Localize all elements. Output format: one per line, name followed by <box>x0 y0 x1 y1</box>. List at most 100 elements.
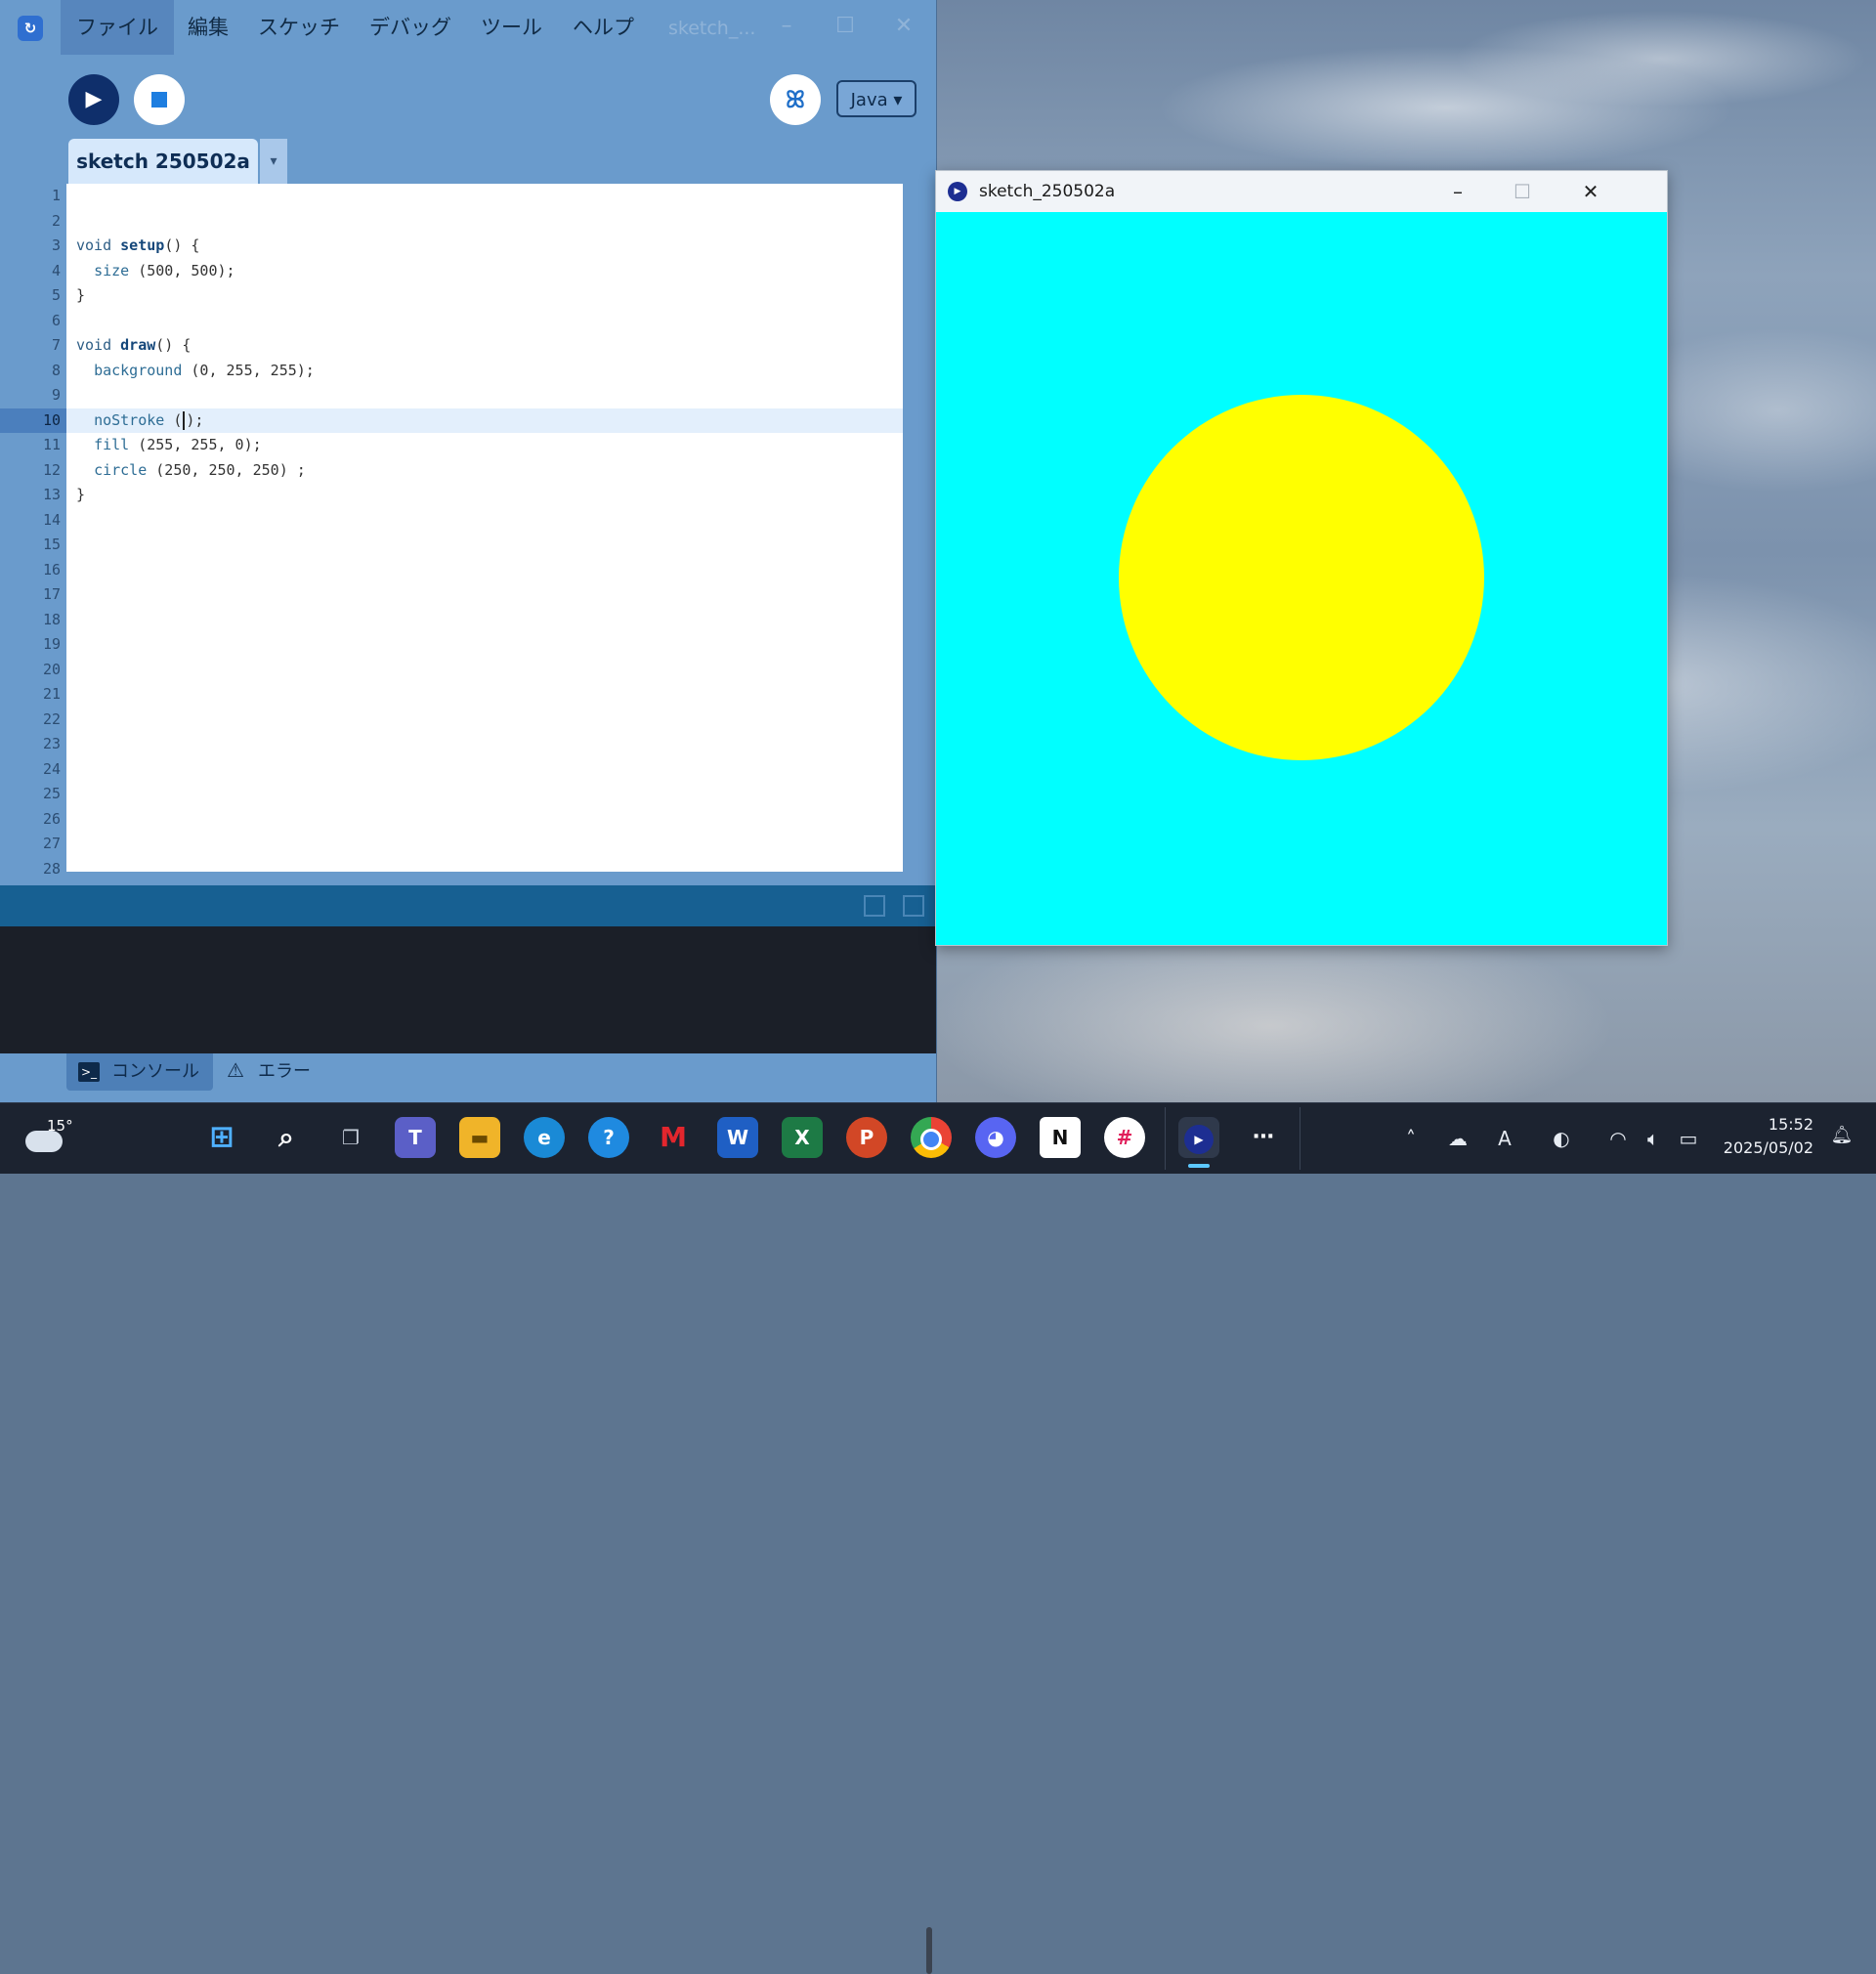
sketch-minimize-icon[interactable]: – <box>1430 171 1485 212</box>
tab-sketch[interactable]: sketch 250502a <box>68 139 258 184</box>
sketch-canvas[interactable] <box>936 212 1667 945</box>
debugger-button[interactable]: ꕤ <box>770 74 821 125</box>
code-line-3: void setup() { <box>76 236 200 254</box>
line-number: 1 <box>51 187 61 204</box>
code-area[interactable]: void setup() { size (500, 500); } void d… <box>66 184 903 872</box>
sketch-tabs: sketch 250502a ▾ <box>0 137 936 184</box>
sketch-close-icon[interactable]: ✕ <box>1563 171 1618 212</box>
night-light-icon[interactable]: ◐ <box>1546 1121 1577 1156</box>
menu-file[interactable]: ファイル <box>61 0 174 55</box>
tray-expand-icon[interactable]: ˄ <box>1395 1121 1427 1156</box>
line-number: 24 <box>42 759 61 778</box>
warning-icon: ⚠ <box>227 1058 244 1082</box>
window-title: sketch_... <box>668 18 756 39</box>
active-app-indicator <box>1188 1164 1210 1168</box>
line-number: 28 <box>42 859 61 878</box>
line-number: 2 <box>51 211 61 230</box>
console-scrollbar[interactable] <box>926 1927 932 1974</box>
more-icon[interactable]: ⋯ <box>1243 1117 1284 1158</box>
line-number: 8 <box>51 361 61 379</box>
code-line-11: fill (255, 255, 0); <box>94 436 262 453</box>
chrome-icon[interactable] <box>911 1117 952 1158</box>
battery-icon[interactable]: ▭ <box>1673 1121 1704 1156</box>
clock-time: 15:52 <box>1768 1115 1813 1134</box>
menu-help[interactable]: ヘルプ <box>557 0 650 55</box>
code-line-10: noStroke (); <box>94 410 204 430</box>
sketch-render <box>936 212 1667 945</box>
line-number: 21 <box>42 685 61 703</box>
yellow-circle <box>1119 395 1484 760</box>
code-editor: 1 2 3 4 5 6 7 8 9 10 11 12 13 14 15 16 17 18 19 20 21 22 23 24 2… <box>0 184 936 878</box>
editor-scrollbar[interactable] <box>903 184 936 872</box>
line-number: 17 <box>42 585 61 603</box>
clock-date: 2025/05/02 <box>1723 1138 1813 1157</box>
tab-errors-label: エラー <box>258 1061 311 1082</box>
run-button[interactable]: ▶ <box>68 74 119 125</box>
line-number: 13 <box>42 486 61 503</box>
stop-button[interactable] <box>134 74 185 125</box>
wifi-icon[interactable]: ◠ <box>1602 1121 1634 1156</box>
menu-debug[interactable]: デバッグ <box>354 0 467 55</box>
processing-icon[interactable]: ▶ <box>1178 1117 1219 1158</box>
file-explorer-icon[interactable]: ▬ <box>459 1117 500 1158</box>
code-line-4: size (500, 500); <box>94 261 235 279</box>
tab-console[interactable]: >_ コンソール <box>66 1053 213 1091</box>
console-output[interactable] <box>0 926 936 1974</box>
line-number: 3 <box>51 236 61 254</box>
line-number: 4 <box>51 261 61 279</box>
clock[interactable]: 15:52 2025/05/02 <box>1720 1113 1813 1160</box>
help-icon[interactable]: ? <box>588 1117 629 1158</box>
notion-icon[interactable]: N <box>1040 1117 1081 1158</box>
code-line-5: } <box>76 286 86 304</box>
taskbar: 15° ⊞ ⌕ ❐ T ▬ e ? M W X P ◕ N # ▶ ⋯ ˄ ☁ … <box>0 1102 1876 1174</box>
minimize-icon[interactable]: – <box>772 12 801 41</box>
notification-icon[interactable]: 🔔︎ <box>1829 1125 1855 1150</box>
processing-app-icon[interactable]: ↻ <box>18 16 43 41</box>
sketch-maximize-icon[interactable]: ☐ <box>1495 171 1550 212</box>
line-number: 9 <box>51 386 61 404</box>
menu-tools[interactable]: ツール <box>465 0 558 55</box>
butterfly-icon: ꕤ <box>786 86 805 113</box>
line-number-gutter: 1 2 3 4 5 6 7 8 9 10 11 12 13 14 15 16 17 18 19 20 21 22 23 24 2… <box>0 184 66 878</box>
processing-ide-window: ↻ ファイル 編集 スケッチ デバッグ ツール ヘルプ sketch_... –… <box>0 0 937 1974</box>
code-line-13: } <box>76 486 86 503</box>
onedrive-icon[interactable]: ☁ <box>1442 1121 1473 1156</box>
collapse-console-icon[interactable] <box>903 895 924 917</box>
tab-errors[interactable]: ⚠ エラー <box>213 1053 324 1091</box>
line-number: 14 <box>42 510 61 529</box>
toolbar: ▶ ꕤ Java ▾ <box>0 55 936 137</box>
discord-icon[interactable]: ◕ <box>975 1117 1016 1158</box>
maximize-icon[interactable]: ☐ <box>831 12 860 41</box>
mode-selector[interactable]: Java ▾ <box>836 80 917 117</box>
code-line-8: background (0, 255, 255); <box>94 361 315 379</box>
code-line-12: circle (250, 250, 250) ; <box>94 460 306 479</box>
line-number: 6 <box>51 311 61 329</box>
tab-menu-button[interactable]: ▾ <box>260 139 287 184</box>
edge-icon[interactable]: e <box>524 1117 565 1158</box>
line-number: 5 <box>51 286 61 304</box>
stop-icon <box>151 92 167 107</box>
word-icon[interactable]: W <box>717 1117 758 1158</box>
task-view-icon[interactable]: ❐ <box>330 1117 371 1158</box>
sketch-window-title: sketch_250502a <box>979 182 1116 201</box>
volume-icon[interactable]: 🔈︎ <box>1638 1121 1669 1156</box>
line-number: 15 <box>42 536 61 553</box>
slack-icon[interactable]: # <box>1104 1117 1145 1158</box>
ime-indicator[interactable]: A <box>1489 1121 1520 1156</box>
copy-console-icon[interactable] <box>864 895 885 917</box>
tab-console-label: コンソール <box>111 1061 199 1082</box>
weather-widget[interactable]: 15° <box>25 1117 84 1160</box>
line-number: 19 <box>42 635 61 653</box>
mcafee-icon[interactable]: M <box>653 1117 694 1158</box>
start-icon[interactable]: ⊞ <box>201 1117 242 1158</box>
excel-icon[interactable]: X <box>782 1117 823 1158</box>
powerpoint-icon[interactable]: P <box>846 1117 887 1158</box>
search-icon[interactable]: ⌕ <box>266 1117 307 1158</box>
taskbar-separator <box>1165 1107 1166 1170</box>
menu-sketch[interactable]: スケッチ <box>242 0 356 55</box>
close-icon[interactable]: ✕ <box>889 12 918 41</box>
code-line-7: void draw() { <box>76 336 192 354</box>
teams-icon[interactable]: T <box>395 1117 436 1158</box>
line-number: 11 <box>42 436 61 453</box>
menu-edit[interactable]: 編集 <box>172 0 244 55</box>
